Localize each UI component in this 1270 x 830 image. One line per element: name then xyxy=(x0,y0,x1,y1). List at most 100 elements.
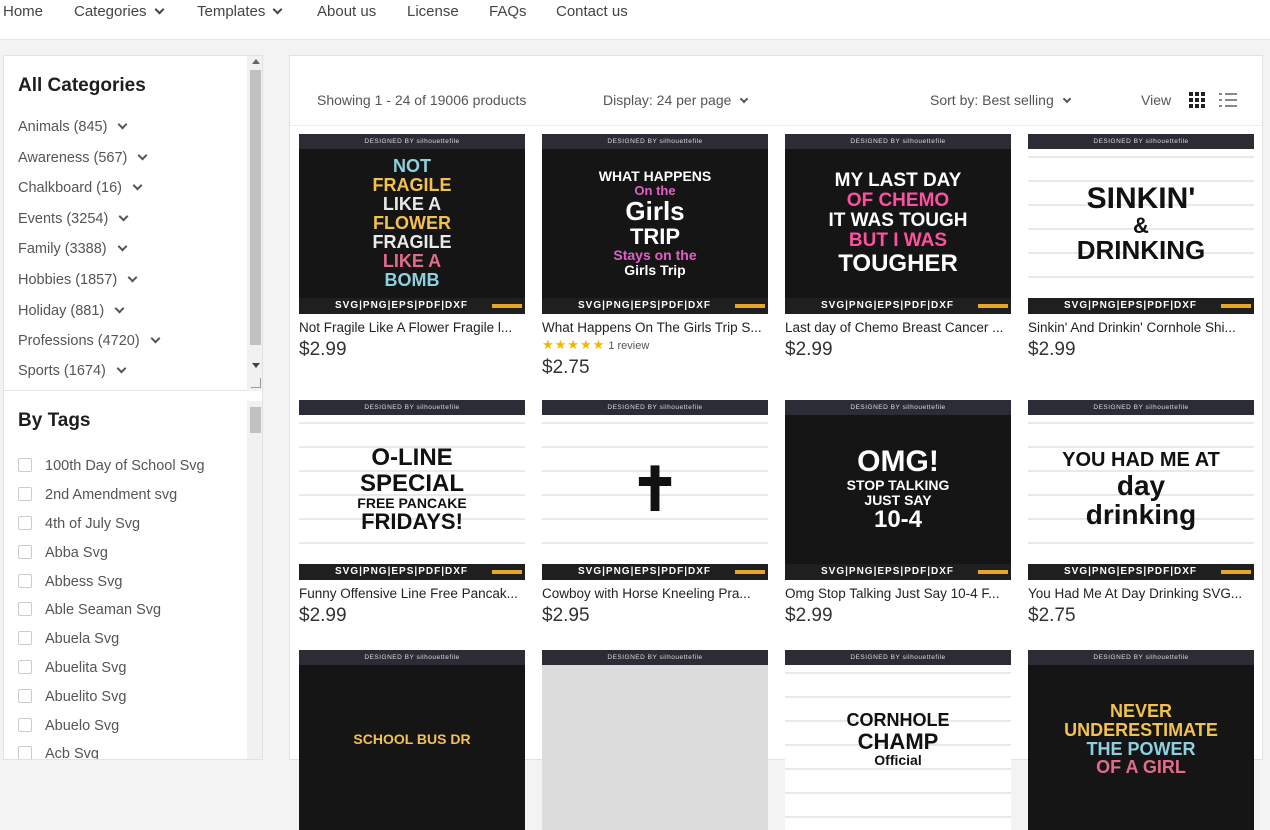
tag-checkbox[interactable] xyxy=(18,458,32,472)
product-image[interactable]: DESIGNED BY silhouettefile O-LINE SPECIAL F… xyxy=(299,400,525,580)
chevron-down-icon[interactable] xyxy=(116,363,127,374)
nav-faqs[interactable]: FAQs xyxy=(489,3,527,20)
tag-item[interactable]: 2nd Amendment svg xyxy=(18,487,177,503)
per-page-label: Display: 24 per page xyxy=(603,92,732,108)
product-card[interactable]: DESIGNED BY silhouettefile SINKIN' & DRINKI… xyxy=(1028,134,1254,361)
tag-item[interactable]: Abuelito Svg xyxy=(18,689,126,705)
tag-checkbox[interactable] xyxy=(18,718,32,732)
brand-banner: DESIGNED BY silhouettefile xyxy=(542,134,768,149)
chevron-down-icon[interactable] xyxy=(137,150,148,161)
product-image[interactable]: DESIGNED BY silhouettefile OMG! STOP TALKI… xyxy=(785,400,1011,580)
chevron-down-icon[interactable] xyxy=(118,211,129,222)
category-item[interactable]: Holiday (881) xyxy=(18,303,125,319)
category-item[interactable]: Sports (1674) xyxy=(18,363,127,379)
product-card[interactable]: DESIGNED BY silhouettefile MY LAST DAY OF … xyxy=(785,134,1011,361)
category-item[interactable]: Family (3388) xyxy=(18,241,128,257)
tag-checkbox[interactable] xyxy=(18,746,32,759)
chevron-down-icon[interactable] xyxy=(132,180,143,191)
tag-checkbox[interactable] xyxy=(18,516,32,530)
resize-grip-icon[interactable] xyxy=(251,378,261,388)
nav-contact-us[interactable]: Contact us xyxy=(556,3,628,20)
sort-select[interactable]: Sort by: Best selling xyxy=(930,92,1071,108)
product-card[interactable]: DESIGNED BY silhouettefile O-LINE SPECIAL F… xyxy=(299,400,525,627)
tag-item[interactable]: Abuela Svg xyxy=(18,631,119,647)
categories-scrollbar[interactable] xyxy=(247,56,262,391)
product-card[interactable]: DESIGNED BY silhouettefile YOU HAD ME AT d… xyxy=(1028,400,1254,627)
list-view-icon[interactable] xyxy=(1219,92,1237,108)
tag-item[interactable]: Abuelo Svg xyxy=(18,718,119,734)
chevron-down-icon[interactable] xyxy=(127,272,138,283)
product-card[interactable]: DESIGNED BY silhouettefile CORNHOLE CHAMP O… xyxy=(785,650,1011,830)
product-name[interactable]: Omg Stop Talking Just Say 10-4 F... xyxy=(785,586,1011,601)
category-item[interactable]: Professions (4720) xyxy=(18,333,161,349)
product-image[interactable]: DESIGNED BY silhouettefile NOT FRAGILE LIKE… xyxy=(299,134,525,314)
product-image[interactable]: DESIGNED BY silhouettefile SINKIN' & DRINKI… xyxy=(1028,134,1254,314)
product-image[interactable]: DESIGNED BY silhouettefile WHAT HAPPENS On… xyxy=(542,134,768,314)
nav-faqs-label: FAQs xyxy=(489,3,527,20)
tag-checkbox[interactable] xyxy=(18,602,32,616)
tag-item[interactable]: 4th of July Svg xyxy=(18,516,140,532)
nav-templates[interactable]: Templates xyxy=(197,3,283,20)
product-name[interactable]: Cowboy with Horse Kneeling Pra... xyxy=(542,586,768,601)
scroll-up-arrow-icon[interactable] xyxy=(252,59,260,64)
tags-scrollbar[interactable] xyxy=(247,401,262,759)
tag-checkbox[interactable] xyxy=(18,487,32,501)
product-name[interactable]: Funny Offensive Line Free Pancak... xyxy=(299,586,525,601)
product-price: $2.99 xyxy=(1028,339,1076,360)
grid-view-icon[interactable] xyxy=(1189,92,1205,108)
product-card[interactable]: DESIGNED BY silhouettefile WHAT HAPPENS On… xyxy=(542,134,768,379)
product-image[interactable]: DESIGNED BY silhouettefile ✝ SVG|PNG|EPS|P… xyxy=(542,400,768,580)
tag-checkbox[interactable] xyxy=(18,574,32,588)
product-card[interactable]: DESIGNED BY silhouettefile ✝ SVG|PNG|EPS|P… xyxy=(542,400,768,627)
tag-checkbox[interactable] xyxy=(18,545,32,559)
product-name[interactable]: Not Fragile Like A Flower Fragile l... xyxy=(299,320,525,335)
category-item[interactable]: Events (3254) xyxy=(18,211,129,227)
nav-home[interactable]: Home xyxy=(3,3,43,20)
nav-about-label: About us xyxy=(317,3,377,20)
product-image[interactable]: DESIGNED BY silhouettefile xyxy=(542,650,768,830)
nav-about-us[interactable]: About us xyxy=(317,3,376,20)
tag-item[interactable]: Abuelita Svg xyxy=(18,660,126,676)
nav-license[interactable]: License xyxy=(407,3,459,20)
design-text: Girls Trip xyxy=(624,261,686,278)
product-name[interactable]: Sinkin' And Drinkin' Cornhole Shi... xyxy=(1028,320,1254,335)
scroll-down-arrow-icon[interactable] xyxy=(252,363,260,368)
product-card[interactable]: DESIGNED BY silhouettefile OMG! STOP TALKI… xyxy=(785,400,1011,627)
product-card[interactable]: DESIGNED BY silhouettefile SCHOOL BUS DR xyxy=(299,650,525,830)
product-name[interactable]: What Happens On The Girls Trip S... xyxy=(542,320,768,335)
per-page-select[interactable]: Display: 24 per page xyxy=(603,92,749,108)
tag-item[interactable]: 100th Day of School Svg xyxy=(18,458,205,474)
product-image[interactable]: DESIGNED BY silhouettefile SCHOOL BUS DR xyxy=(299,650,525,830)
tag-checkbox[interactable] xyxy=(18,631,32,645)
nav-categories[interactable]: Categories xyxy=(74,3,164,20)
tag-item[interactable]: Abba Svg xyxy=(18,545,108,561)
product-name[interactable]: You Had Me At Day Drinking SVG... xyxy=(1028,586,1254,601)
scrollbar-thumb[interactable] xyxy=(250,407,261,433)
chevron-down-icon[interactable] xyxy=(114,303,125,314)
category-item[interactable]: Awareness (567) xyxy=(18,150,148,166)
tag-item[interactable]: Able Seaman Svg xyxy=(18,602,161,618)
category-item[interactable]: Hobbies (1857) xyxy=(18,272,138,288)
design-text: BUT I WAS xyxy=(848,229,948,251)
product-card[interactable]: DESIGNED BY silhouettefile NOT FRAGILE LIKE… xyxy=(299,134,525,361)
product-image[interactable]: DESIGNED BY silhouettefile CORNHOLE CHAMP O… xyxy=(785,650,1011,830)
chevron-down-icon[interactable] xyxy=(118,119,128,130)
rating-stars: ★★★★★ 1 review xyxy=(542,337,768,353)
product-image[interactable]: DESIGNED BY silhouettefile MY LAST DAY OF … xyxy=(785,134,1011,314)
product-image[interactable]: DESIGNED BY silhouettefile NEVER UNDERESTI… xyxy=(1028,650,1254,830)
tag-item[interactable]: Abbess Svg xyxy=(18,574,122,590)
scrollbar-thumb[interactable] xyxy=(250,70,261,345)
tag-item[interactable]: Acb Svg xyxy=(18,746,99,759)
tag-checkbox[interactable] xyxy=(18,689,32,703)
product-card[interactable]: DESIGNED BY silhouettefile NEVER UNDERESTI… xyxy=(1028,650,1254,830)
design-text: & xyxy=(1133,213,1149,239)
design-artwork: MY LAST DAY OF CHEMO IT WAS TOUGH BUT I WAS… xyxy=(785,149,1011,298)
category-item[interactable]: Animals (845) xyxy=(18,119,128,135)
product-name[interactable]: Last day of Chemo Breast Cancer ... xyxy=(785,320,1011,335)
tag-checkbox[interactable] xyxy=(18,660,32,674)
chevron-down-icon[interactable] xyxy=(117,241,128,252)
category-item[interactable]: Chalkboard (16) xyxy=(18,180,143,196)
chevron-down-icon[interactable] xyxy=(150,333,161,344)
product-image[interactable]: DESIGNED BY silhouettefile YOU HAD ME AT d… xyxy=(1028,400,1254,580)
product-card[interactable]: DESIGNED BY silhouettefile xyxy=(542,650,768,830)
